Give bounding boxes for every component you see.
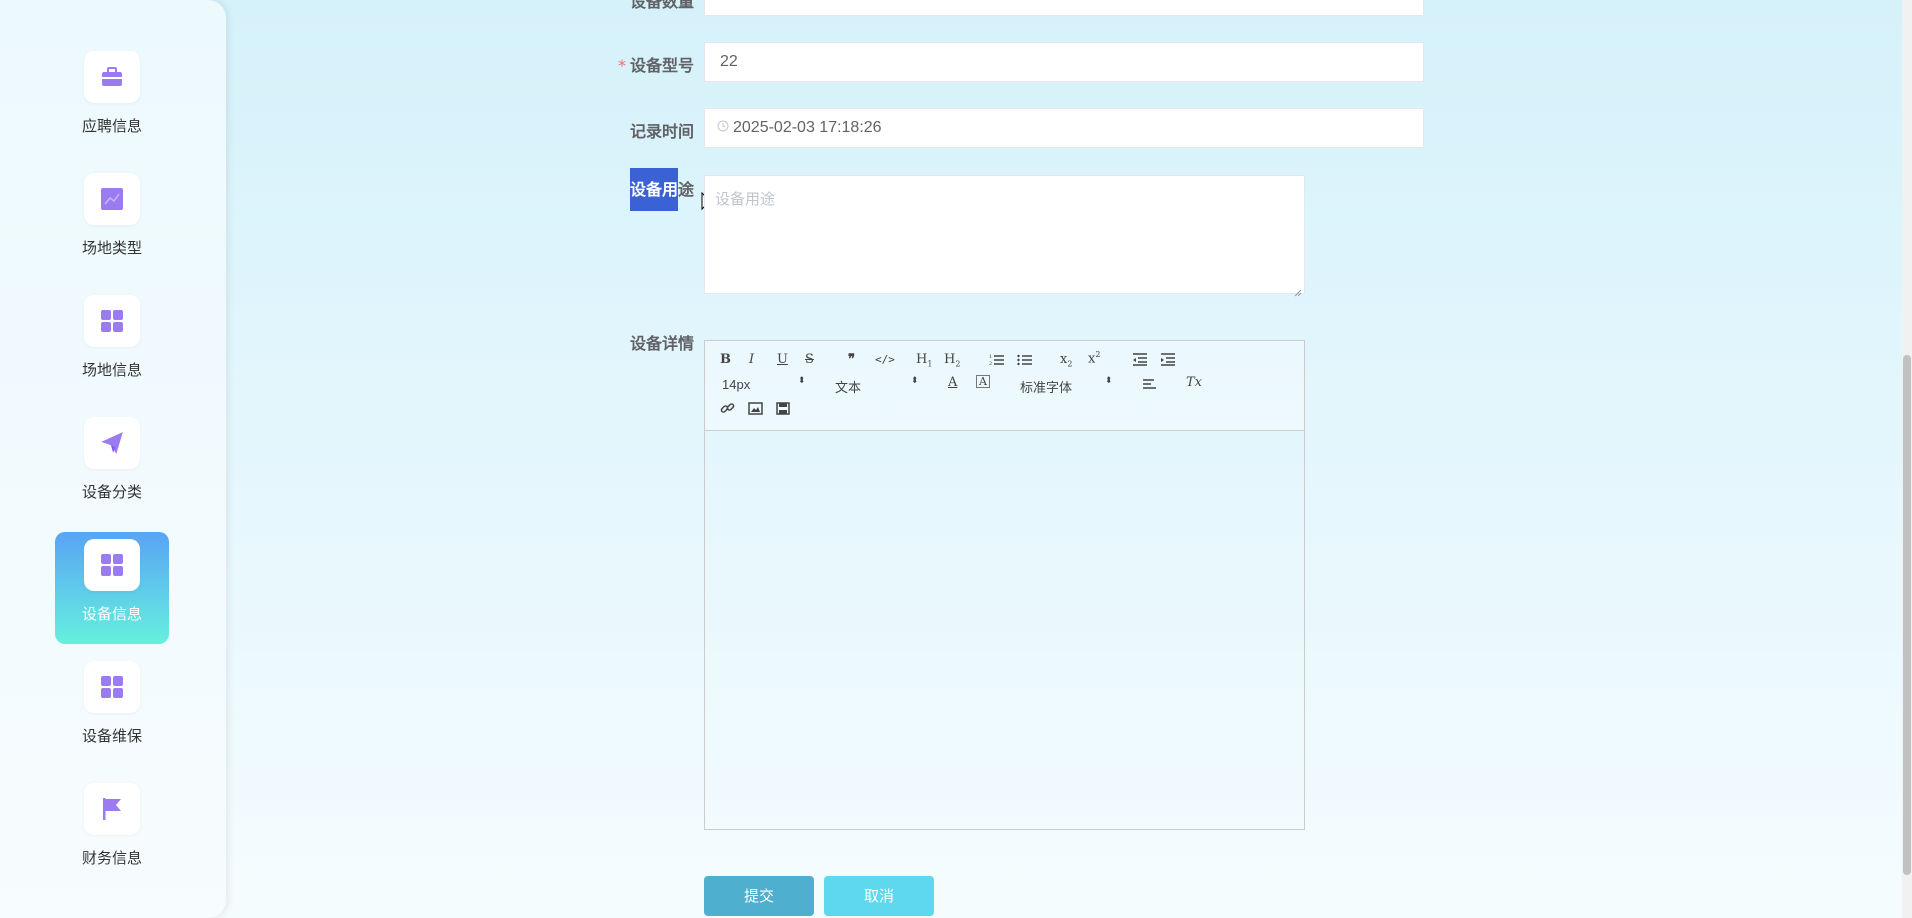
- usage-label: 设备用途: [574, 168, 694, 211]
- h1-icon[interactable]: H1: [916, 352, 932, 369]
- model-field[interactable]: 22: [704, 42, 1424, 82]
- font-size-select-arrows-icon: ⬍: [798, 376, 806, 386]
- sidebar-item-venue-types[interactable]: 场地类型: [55, 166, 169, 278]
- sidebar-item-device-maintenance[interactable]: 设备维保: [55, 654, 169, 766]
- quantity-value: 10: [720, 0, 738, 4]
- sidebar-item-label: 场地类型: [81, 239, 142, 257]
- underline-icon[interactable]: U: [777, 352, 788, 367]
- resize-grip-icon[interactable]: [1294, 283, 1302, 297]
- chart-icon: [84, 173, 140, 225]
- sidebar-item-label: 场地信息: [81, 361, 142, 379]
- clock-icon: [717, 109, 729, 147]
- detail-label: 设备详情: [629, 334, 694, 353]
- rich-text-editor: B I U S ❞ </> H1 H2 12 x2 x2 14px ⬍ 文本 ⬍…: [704, 340, 1305, 830]
- h2-icon[interactable]: H2: [944, 352, 960, 369]
- font-family-select-arrows-icon: ⬍: [1105, 376, 1113, 386]
- record-time-label: 记录时间: [629, 122, 694, 141]
- sidebar-item-venue-info[interactable]: 场地信息: [55, 288, 169, 400]
- usage-label-selected: 设备用: [629, 168, 678, 211]
- sidebar-item-label: 财务信息: [81, 849, 142, 867]
- font-size-value: 14px: [722, 377, 751, 392]
- sidebar-item-job-applications[interactable]: 应聘信息: [55, 44, 169, 156]
- font-family-value: 标准字体: [1020, 380, 1073, 395]
- image-icon[interactable]: [748, 402, 763, 419]
- blockquote-icon[interactable]: ❞: [848, 352, 855, 367]
- briefcase-icon: [84, 51, 140, 103]
- record-time-value: 2025-02-03 17:18:26: [733, 119, 882, 137]
- superscript-icon[interactable]: x2: [1088, 350, 1100, 366]
- subscript-icon[interactable]: x2: [1060, 352, 1072, 369]
- send-icon: [84, 417, 140, 469]
- indent-icon[interactable]: [1160, 353, 1176, 370]
- strike-icon[interactable]: S: [805, 352, 814, 367]
- sidebar-item-label: 设备信息: [81, 605, 142, 623]
- code-block-icon[interactable]: </>: [875, 353, 895, 366]
- font-size-select[interactable]: 14px: [722, 377, 750, 392]
- record-time-field[interactable]: 2025-02-03 17:18:26: [704, 108, 1424, 148]
- outdent-icon[interactable]: [1132, 353, 1148, 370]
- sidebar-item-label: 设备维保: [81, 727, 142, 745]
- sidebar: 应聘信息 场地类型 场地信息 设备分类 设备信息 设备维保 财务信息: [0, 0, 226, 918]
- model-label-text: 设备型号: [629, 56, 694, 75]
- bullet-list-icon[interactable]: [1017, 353, 1033, 370]
- editor-toolbar: B I U S ❞ </> H1 H2 12 x2 x2 14px ⬍ 文本 ⬍…: [705, 341, 1304, 431]
- usage-textarea[interactable]: 设备用途: [704, 175, 1305, 297]
- bold-icon[interactable]: B: [720, 352, 731, 367]
- quantity-field[interactable]: 10: [704, 0, 1424, 16]
- header-select-value: 文本: [835, 380, 862, 395]
- sidebar-item-finance[interactable]: 财务信息: [55, 776, 169, 888]
- sidebar-item-device-info[interactable]: 设备信息: [55, 532, 169, 644]
- video-icon[interactable]: [776, 402, 790, 419]
- sidebar-item-label: 设备分类: [81, 483, 142, 501]
- quantity-label: 设备数量: [629, 0, 694, 11]
- header-select-arrows-icon: ⬍: [911, 376, 919, 386]
- scrollbar-thumb[interactable]: [1903, 355, 1911, 875]
- svg-text:2: 2: [989, 361, 992, 366]
- usage-placeholder: 设备用途: [715, 190, 776, 208]
- svg-text:1: 1: [989, 354, 992, 360]
- model-label: * 设备型号: [574, 52, 694, 76]
- usage-label-rest: 途: [677, 180, 694, 199]
- grid-icon: [84, 661, 140, 713]
- cancel-button[interactable]: 取消: [824, 876, 934, 916]
- header-select[interactable]: 文本: [835, 377, 861, 396]
- link-icon[interactable]: [720, 401, 735, 420]
- sidebar-item-label: 应聘信息: [81, 117, 142, 135]
- italic-icon[interactable]: I: [749, 352, 754, 367]
- clear-format-icon[interactable]: Tx: [1186, 375, 1202, 390]
- required-mark: *: [617, 56, 626, 75]
- align-icon[interactable]: [1142, 378, 1158, 394]
- font-color-icon[interactable]: A: [948, 375, 957, 390]
- clear-format-text: Tx: [1186, 375, 1203, 390]
- ordered-list-icon[interactable]: 12: [989, 353, 1005, 370]
- submit-button[interactable]: 提交: [704, 876, 814, 916]
- model-value: 22: [720, 53, 738, 70]
- grid-icon: [84, 539, 140, 591]
- sidebar-item-device-categories[interactable]: 设备分类: [55, 410, 169, 522]
- background-color-icon[interactable]: A: [976, 375, 990, 388]
- editor-content-area[interactable]: [705, 431, 1304, 830]
- font-family-select[interactable]: 标准字体: [1020, 377, 1072, 396]
- flag-icon: [84, 783, 140, 835]
- grid-icon: [84, 295, 140, 347]
